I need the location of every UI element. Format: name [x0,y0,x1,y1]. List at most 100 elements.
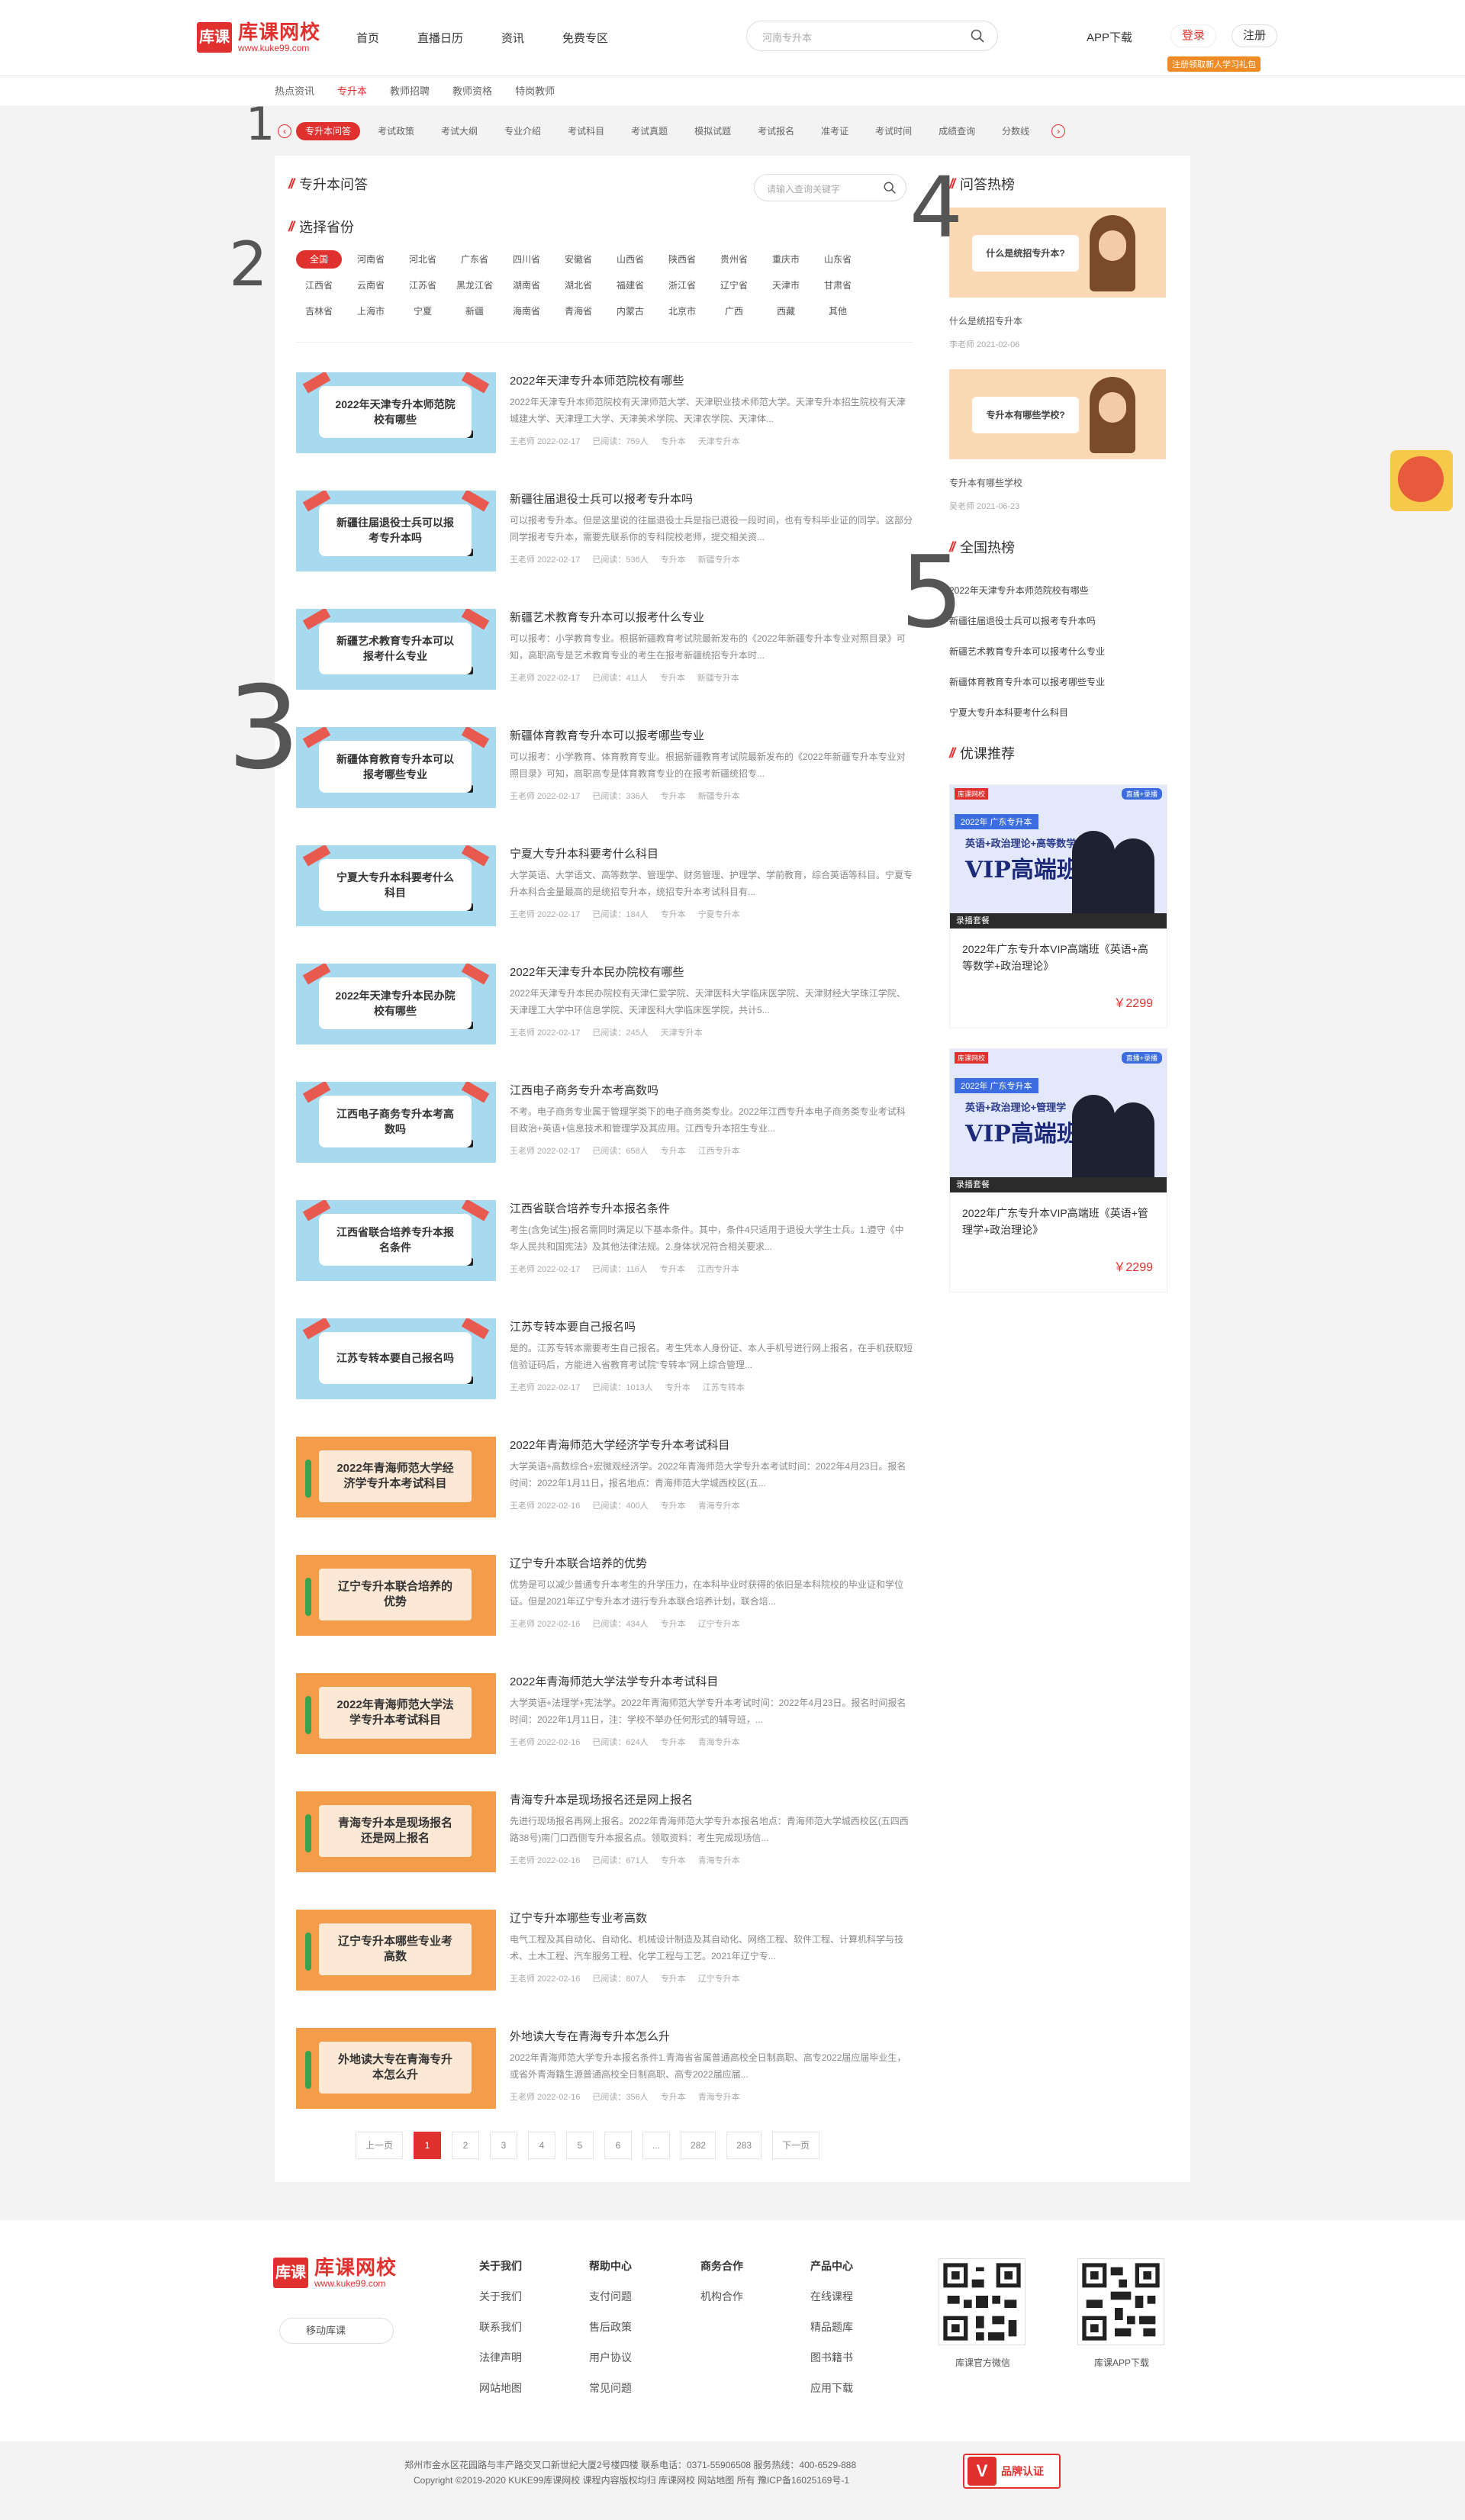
qa-search-input[interactable]: 请输入查询关键字 [754,174,906,201]
article-title[interactable]: 江苏专转本要自己报名吗 [510,1318,636,1334]
nav-free-zone[interactable]: 免费专区 [562,27,608,50]
page-button[interactable]: 282 [681,2132,716,2159]
course-card[interactable]: 库课网校 直播+录播 2022年 广东专升本 英语+政治理论+管理学 VIP高端… [949,1048,1167,1292]
article-title[interactable]: 2022年天津专升本师范院校有哪些 [510,372,684,388]
tag-registration[interactable]: 考试报名 [749,122,803,140]
article-item[interactable]: 新疆往届退役士兵可以报考专升本吗 新疆往届退役士兵可以报考专升本吗 可以报考专升本。… [296,491,913,609]
article-item[interactable]: 江西电子商务专升本考高数吗 江西电子商务专升本考高数吗 不考。电子商务专业属于管理学… [296,1082,913,1200]
article-tag[interactable]: 江苏专转本 [703,1381,745,1393]
footer-logo[interactable]: 库课 库课网校 www.kuke99.com [273,2257,397,2289]
footer-link[interactable]: 关于我们 [479,2289,522,2319]
login-button[interactable]: 登录 [1170,24,1217,47]
province-option[interactable]: 其他 [815,302,861,320]
province-option[interactable]: 山西省 [607,250,653,269]
course-card[interactable]: 库课网校 直播+录播 2022年 广东专升本 英语+政治理论+高等数学 VIP高… [949,784,1167,1028]
mobile-site-button[interactable]: 移动库课 [279,2318,394,2344]
province-option[interactable]: 重庆市 [763,250,809,269]
article-tag[interactable]: 辽宁专升本 [698,1617,740,1630]
article-tag[interactable]: 专升本 [661,1144,686,1157]
province-option[interactable]: 云南省 [348,276,394,294]
article-tag[interactable]: 专升本 [661,790,686,802]
article-title[interactable]: 2022年青海师范大学法学专升本考试科目 [510,1673,718,1689]
tag-past-papers[interactable]: 考试真题 [622,122,677,140]
article-tag[interactable]: 青海专升本 [698,1854,740,1866]
page-button[interactable]: 283 [726,2132,762,2159]
province-option[interactable]: 全国 [296,250,342,269]
course-image[interactable]: 库课网校 直播+录播 2022年 广东专升本 英语+政治理论+高等数学 VIP高… [950,785,1167,929]
hot-list-item[interactable]: 新疆艺术教育专升本可以报考什么专业 [949,636,1170,667]
province-option[interactable]: 内蒙古 [607,302,653,320]
tag-policy[interactable]: 考试政策 [369,122,423,140]
province-option[interactable]: 陕西省 [659,250,705,269]
page-button[interactable]: ... [642,2132,671,2159]
article-item[interactable]: 辽宁专升本哪些专业考高数 辽宁专升本哪些专业考高数 电气工程及其自动化、自动化、机械… [296,1910,913,2028]
article-item[interactable]: 江苏专转本要自己报名吗 江苏专转本要自己报名吗 是的。江苏专转本需要考生自己报名。考… [296,1318,913,1437]
tag-syllabus[interactable]: 考试大纲 [432,122,487,140]
tag-mock[interactable]: 模拟试题 [685,122,740,140]
article-tag[interactable]: 专升本 [660,1263,685,1275]
province-option[interactable]: 黑龙江省 [452,276,497,294]
article-tag[interactable]: 新疆专升本 [697,671,739,684]
subnav-upgrade[interactable]: 专升本 [337,76,367,107]
footer-link[interactable]: 用户协议 [589,2350,632,2380]
province-option[interactable]: 江西省 [296,276,342,294]
article-thumbnail[interactable]: 2022年青海师范大学法学专升本考试科目 [296,1673,496,1754]
article-title[interactable]: 江西省联合培养专升本报名条件 [510,1200,670,1216]
hot-list-item[interactable]: 新疆体育教育专升本可以报考哪些专业 [949,667,1170,697]
hot-list-item[interactable]: 宁夏大专升本科要考什么科目 [949,697,1170,728]
article-item[interactable]: 2022年青海师范大学经济学专升本考试科目 2022年青海师范大学经济学专升本考试… [296,1437,913,1555]
footer-link[interactable]: 联系我们 [479,2319,522,2350]
province-option[interactable]: 湖南省 [504,276,549,294]
article-thumbnail[interactable]: 新疆体育教育专升本可以报考哪些专业 [296,727,496,808]
article-item[interactable]: 宁夏大专升本科要考什么科目 宁夏大专升本科要考什么科目 大学英语、大学语文、高等数学… [296,845,913,964]
province-option[interactable]: 广东省 [452,250,497,269]
article-item[interactable]: 新疆体育教育专升本可以报考哪些专业 新疆体育教育专升本可以报考哪些专业 可以报考：小… [296,727,913,845]
register-button[interactable]: 注册 [1232,24,1278,47]
footer-link[interactable]: 在线课程 [810,2289,853,2319]
article-tag[interactable]: 青海专升本 [698,1499,740,1511]
hot-qa-title[interactable]: 什么是统招专升本 [949,314,1166,327]
article-tag[interactable]: 专升本 [661,1499,686,1511]
hot-qa-title[interactable]: 专升本有哪些学校 [949,476,1166,489]
article-thumbnail[interactable]: 辽宁专升本联合培养的优势 [296,1555,496,1636]
province-option[interactable]: 福建省 [607,276,653,294]
article-tag[interactable]: 青海专升本 [698,1736,740,1748]
article-item[interactable]: 2022年青海师范大学法学专升本考试科目 2022年青海师范大学法学专升本考试科目… [296,1673,913,1791]
subnav-hot-news[interactable]: 热点资讯 [275,76,314,107]
article-tag[interactable]: 江西专升本 [697,1263,739,1275]
brand-certification-badge[interactable]: V 品牌认证 [963,2454,1061,2489]
search-icon[interactable] [970,28,985,43]
article-tag[interactable]: 专升本 [661,435,686,447]
article-tag[interactable]: 天津专升本 [661,1026,703,1038]
article-thumbnail[interactable]: 江西省联合培养专升本报名条件 [296,1200,496,1281]
province-option[interactable]: 广西 [711,302,757,320]
article-tag[interactable]: 专升本 [661,1617,686,1630]
province-option[interactable]: 青海省 [555,302,601,320]
page-button[interactable]: 5 [566,2132,594,2159]
article-item[interactable]: 外地读大专在青海专升本怎么升 外地读大专在青海专升本怎么升 2022年青海师范大学专… [296,2028,913,2146]
province-option[interactable]: 江苏省 [400,276,446,294]
province-option[interactable]: 新疆 [452,302,497,320]
article-title[interactable]: 2022年青海师范大学经济学专升本考试科目 [510,1437,729,1453]
footer-link[interactable]: 售后政策 [589,2319,632,2350]
article-thumbnail[interactable]: 青海专升本是现场报名还是网上报名 [296,1791,496,1872]
province-option[interactable]: 西藏 [763,302,809,320]
article-tag[interactable]: 专升本 [660,671,685,684]
article-title[interactable]: 江西电子商务专升本考高数吗 [510,1082,658,1098]
hot-list-item[interactable]: 2022年天津专升本师范院校有哪些 [949,575,1170,606]
page-button[interactable]: 2 [452,2132,480,2159]
footer-link[interactable]: 机构合作 [700,2289,743,2319]
province-option[interactable]: 上海市 [348,302,394,320]
article-thumbnail[interactable]: 辽宁专升本哪些专业考高数 [296,1910,496,1991]
article-title[interactable]: 青海专升本是现场报名还是网上报名 [510,1791,693,1807]
province-option[interactable]: 海南省 [504,302,549,320]
article-tag[interactable]: 新疆专升本 [698,790,740,802]
article-thumbnail[interactable]: 宁夏大专升本科要考什么科目 [296,845,496,926]
search-icon[interactable] [883,181,897,195]
article-thumbnail[interactable]: 新疆艺术教育专升本可以报考什么专业 [296,609,496,690]
tag-cutoff[interactable]: 分数线 [993,122,1038,140]
register-gift-badge[interactable]: 注册领取新人学习礼包 [1167,56,1261,72]
subnav-special-teacher[interactable]: 特岗教师 [515,76,555,107]
province-option[interactable]: 河南省 [348,250,394,269]
footer-link[interactable]: 精品题库 [810,2319,853,2350]
